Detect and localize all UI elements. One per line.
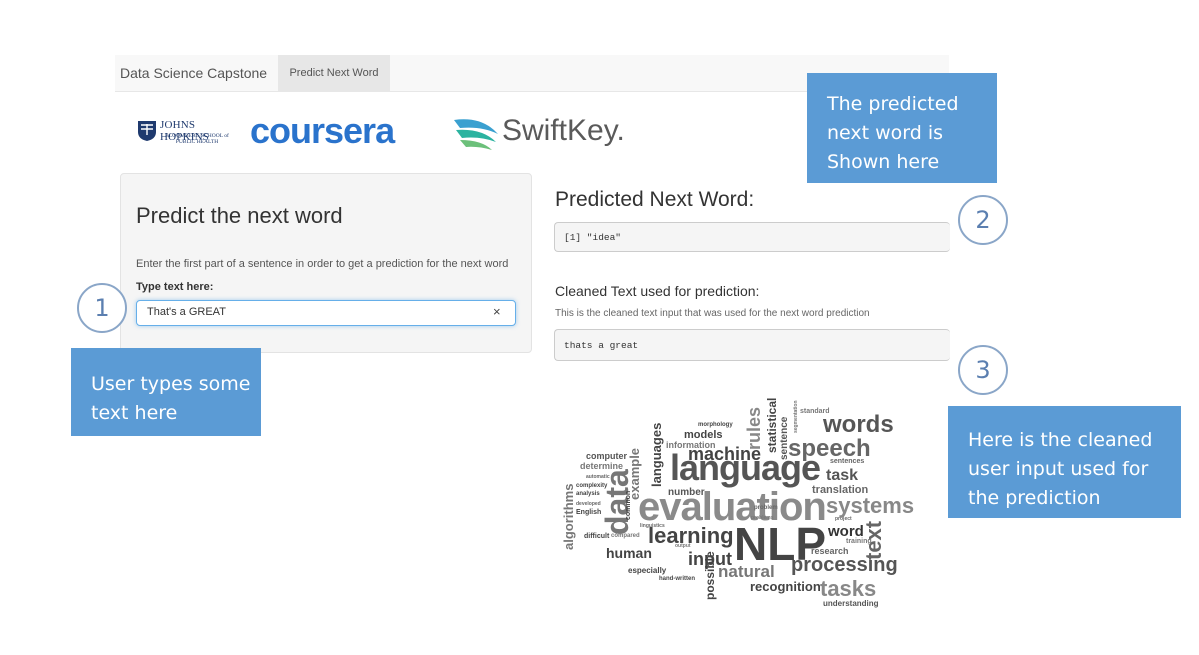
marker-2: 2: [958, 195, 1008, 245]
sidebar-panel: Predict the next word Enter the first pa…: [120, 173, 532, 353]
wordcloud-word: English: [576, 509, 602, 516]
wordcloud-word: natural: [718, 562, 775, 581]
wordcloud-word: segmentation: [793, 400, 799, 433]
text-input-label: Type text here:: [136, 281, 214, 293]
wordcloud-word: linguistics: [640, 523, 665, 529]
cleaned-text-output: thats a great: [554, 329, 950, 361]
wordcloud-word: complexity: [576, 483, 608, 489]
wordcloud-word: sentences: [830, 458, 865, 465]
prediction-output: [1] "idea": [554, 222, 950, 252]
jhu-logo: JOHNS HOPKINS BLOOMBERG SCHOOL of PUBLIC…: [137, 118, 241, 150]
swiftkey-swoosh-icon: [454, 119, 498, 150]
wordcloud-word: hand-written: [659, 576, 695, 582]
wordcloud-word: difficult: [584, 533, 610, 540]
cleaned-text-output-text: thats a great: [564, 340, 639, 351]
wordcloud-word: determine: [580, 461, 624, 471]
wordcloud-word: information: [666, 440, 716, 450]
jhu-logo-school: BLOOMBERG SCHOOL of PUBLIC HEALTH: [165, 133, 229, 145]
wordcloud-word: automatic: [586, 474, 610, 480]
wordcloud-word: algorithms: [561, 483, 576, 550]
sidebar-title: Predict the next word: [136, 203, 343, 228]
jhu-crest-icon: [138, 121, 156, 141]
wordcloud-word: tasks: [820, 576, 877, 601]
navbar-brand[interactable]: Data Science Capstone: [120, 55, 267, 91]
sentence-text-value[interactable]: That's a GREAT: [147, 306, 226, 318]
wordcloud-word: recognition: [750, 579, 821, 594]
callout-predicted-word-text: The predicted next word is Shown here: [827, 93, 959, 173]
wordcloud-word: computer: [586, 451, 628, 461]
wordcloud-word: systems: [826, 493, 915, 518]
wordcloud-word: problem: [754, 505, 778, 511]
wordcloud-word: sentence: [779, 416, 790, 460]
wordcloud-word: output: [675, 543, 691, 549]
nlp-word-cloud: language evaluation NLP data learning sp…: [558, 385, 928, 615]
wordcloud-word: research: [811, 546, 849, 556]
wordcloud-word: number: [668, 487, 705, 498]
cleaned-text-help: This is the cleaned text input that was …: [555, 308, 870, 319]
wordcloud-word: human: [606, 545, 652, 561]
wordcloud-word: developed: [576, 501, 601, 507]
wordcloud-word: problems: [751, 515, 774, 521]
wordcloud-word: project: [835, 516, 852, 522]
swiftkey-wordmark: SwiftKey.: [502, 114, 625, 147]
wordcloud-word: words: [823, 411, 894, 438]
callout-cleaned-input: Here is the cleaned user input used for …: [948, 406, 1181, 518]
wordcloud-word: especially: [628, 566, 667, 575]
sentence-text-input[interactable]: That's a GREAT ×: [136, 300, 516, 326]
wordcloud-word: morphology: [698, 422, 733, 428]
callout-predicted-word: The predicted next word is Shown here: [807, 73, 997, 183]
coursera-logo: coursera: [250, 110, 395, 151]
wordcloud-word: compared: [611, 533, 640, 539]
cleaned-text-heading: Cleaned Text used for prediction:: [555, 283, 760, 299]
wordcloud-word: analysis: [576, 491, 600, 497]
callout-user-input: User types some text here: [71, 348, 261, 436]
wordcloud-word: understanding: [823, 599, 879, 608]
tab-predict-next-word[interactable]: Predict Next Word: [278, 55, 390, 92]
wordcloud-word: possible: [703, 551, 717, 600]
clear-icon[interactable]: ×: [493, 304, 501, 319]
wordcloud-word: translation: [812, 484, 869, 496]
wordcloud-word: training: [846, 538, 872, 545]
wordcloud-word: standard: [800, 408, 830, 415]
swiftkey-logo: SwiftKey.: [452, 112, 627, 154]
wordcloud-word: rules: [744, 406, 764, 450]
wordcloud-word: statistical: [765, 397, 779, 453]
prediction-heading: Predicted Next Word:: [555, 188, 755, 211]
callout-user-input-text: User types some text here: [91, 373, 251, 424]
marker-1: 1: [77, 283, 127, 333]
wordcloud-word: common: [625, 490, 632, 520]
callout-cleaned-input-text: Here is the cleaned user input used for …: [968, 429, 1153, 509]
marker-3: 3: [958, 345, 1008, 395]
wordcloud-word: languages: [649, 422, 664, 487]
prediction-output-text: [1] "idea": [564, 232, 622, 243]
wordcloud-word: task: [826, 467, 859, 484]
sidebar-help-text: Enter the first part of a sentence in or…: [136, 258, 509, 270]
wordcloud-word: word: [828, 523, 864, 540]
